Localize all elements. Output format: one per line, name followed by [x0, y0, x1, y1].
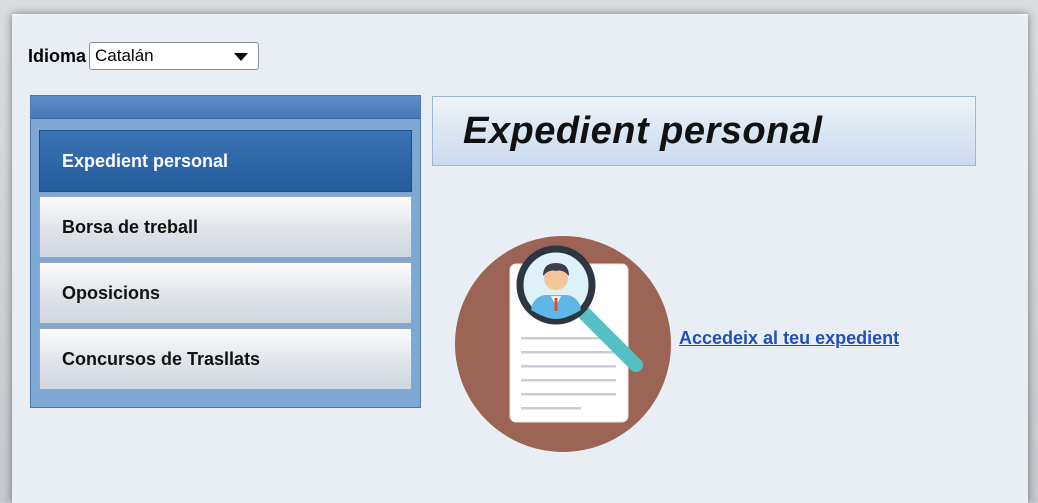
- side-menu: Expedient personal Borsa de treball Opos…: [30, 95, 421, 408]
- content-panel: Idioma Catalán Expedient personal Borsa …: [12, 14, 1028, 503]
- page-title-bar: Expedient personal: [432, 96, 976, 166]
- document-search-icon[interactable]: [453, 234, 673, 454]
- menu-item-expedient-personal[interactable]: Expedient personal: [39, 130, 412, 192]
- chevron-down-icon: [234, 53, 249, 61]
- menu-item-concursos-de-trasllats[interactable]: Concursos de Trasllats: [39, 328, 412, 390]
- language-selected-value: Catalán: [95, 46, 154, 65]
- side-menu-list: Expedient personal Borsa de treball Opos…: [39, 130, 412, 394]
- menu-item-borsa-de-treball[interactable]: Borsa de treball: [39, 196, 412, 258]
- page-title: Expedient personal: [463, 109, 823, 152]
- access-expedient-link[interactable]: Accedeix al teu expedient: [679, 328, 899, 349]
- language-label: Idioma: [28, 45, 87, 66]
- language-row: Idioma Catalán: [28, 41, 260, 71]
- side-menu-header: [31, 96, 420, 119]
- language-select[interactable]: Catalán: [89, 42, 260, 70]
- document-search-icon-graphic: [455, 236, 671, 452]
- menu-item-oposicions[interactable]: Oposicions: [39, 262, 412, 324]
